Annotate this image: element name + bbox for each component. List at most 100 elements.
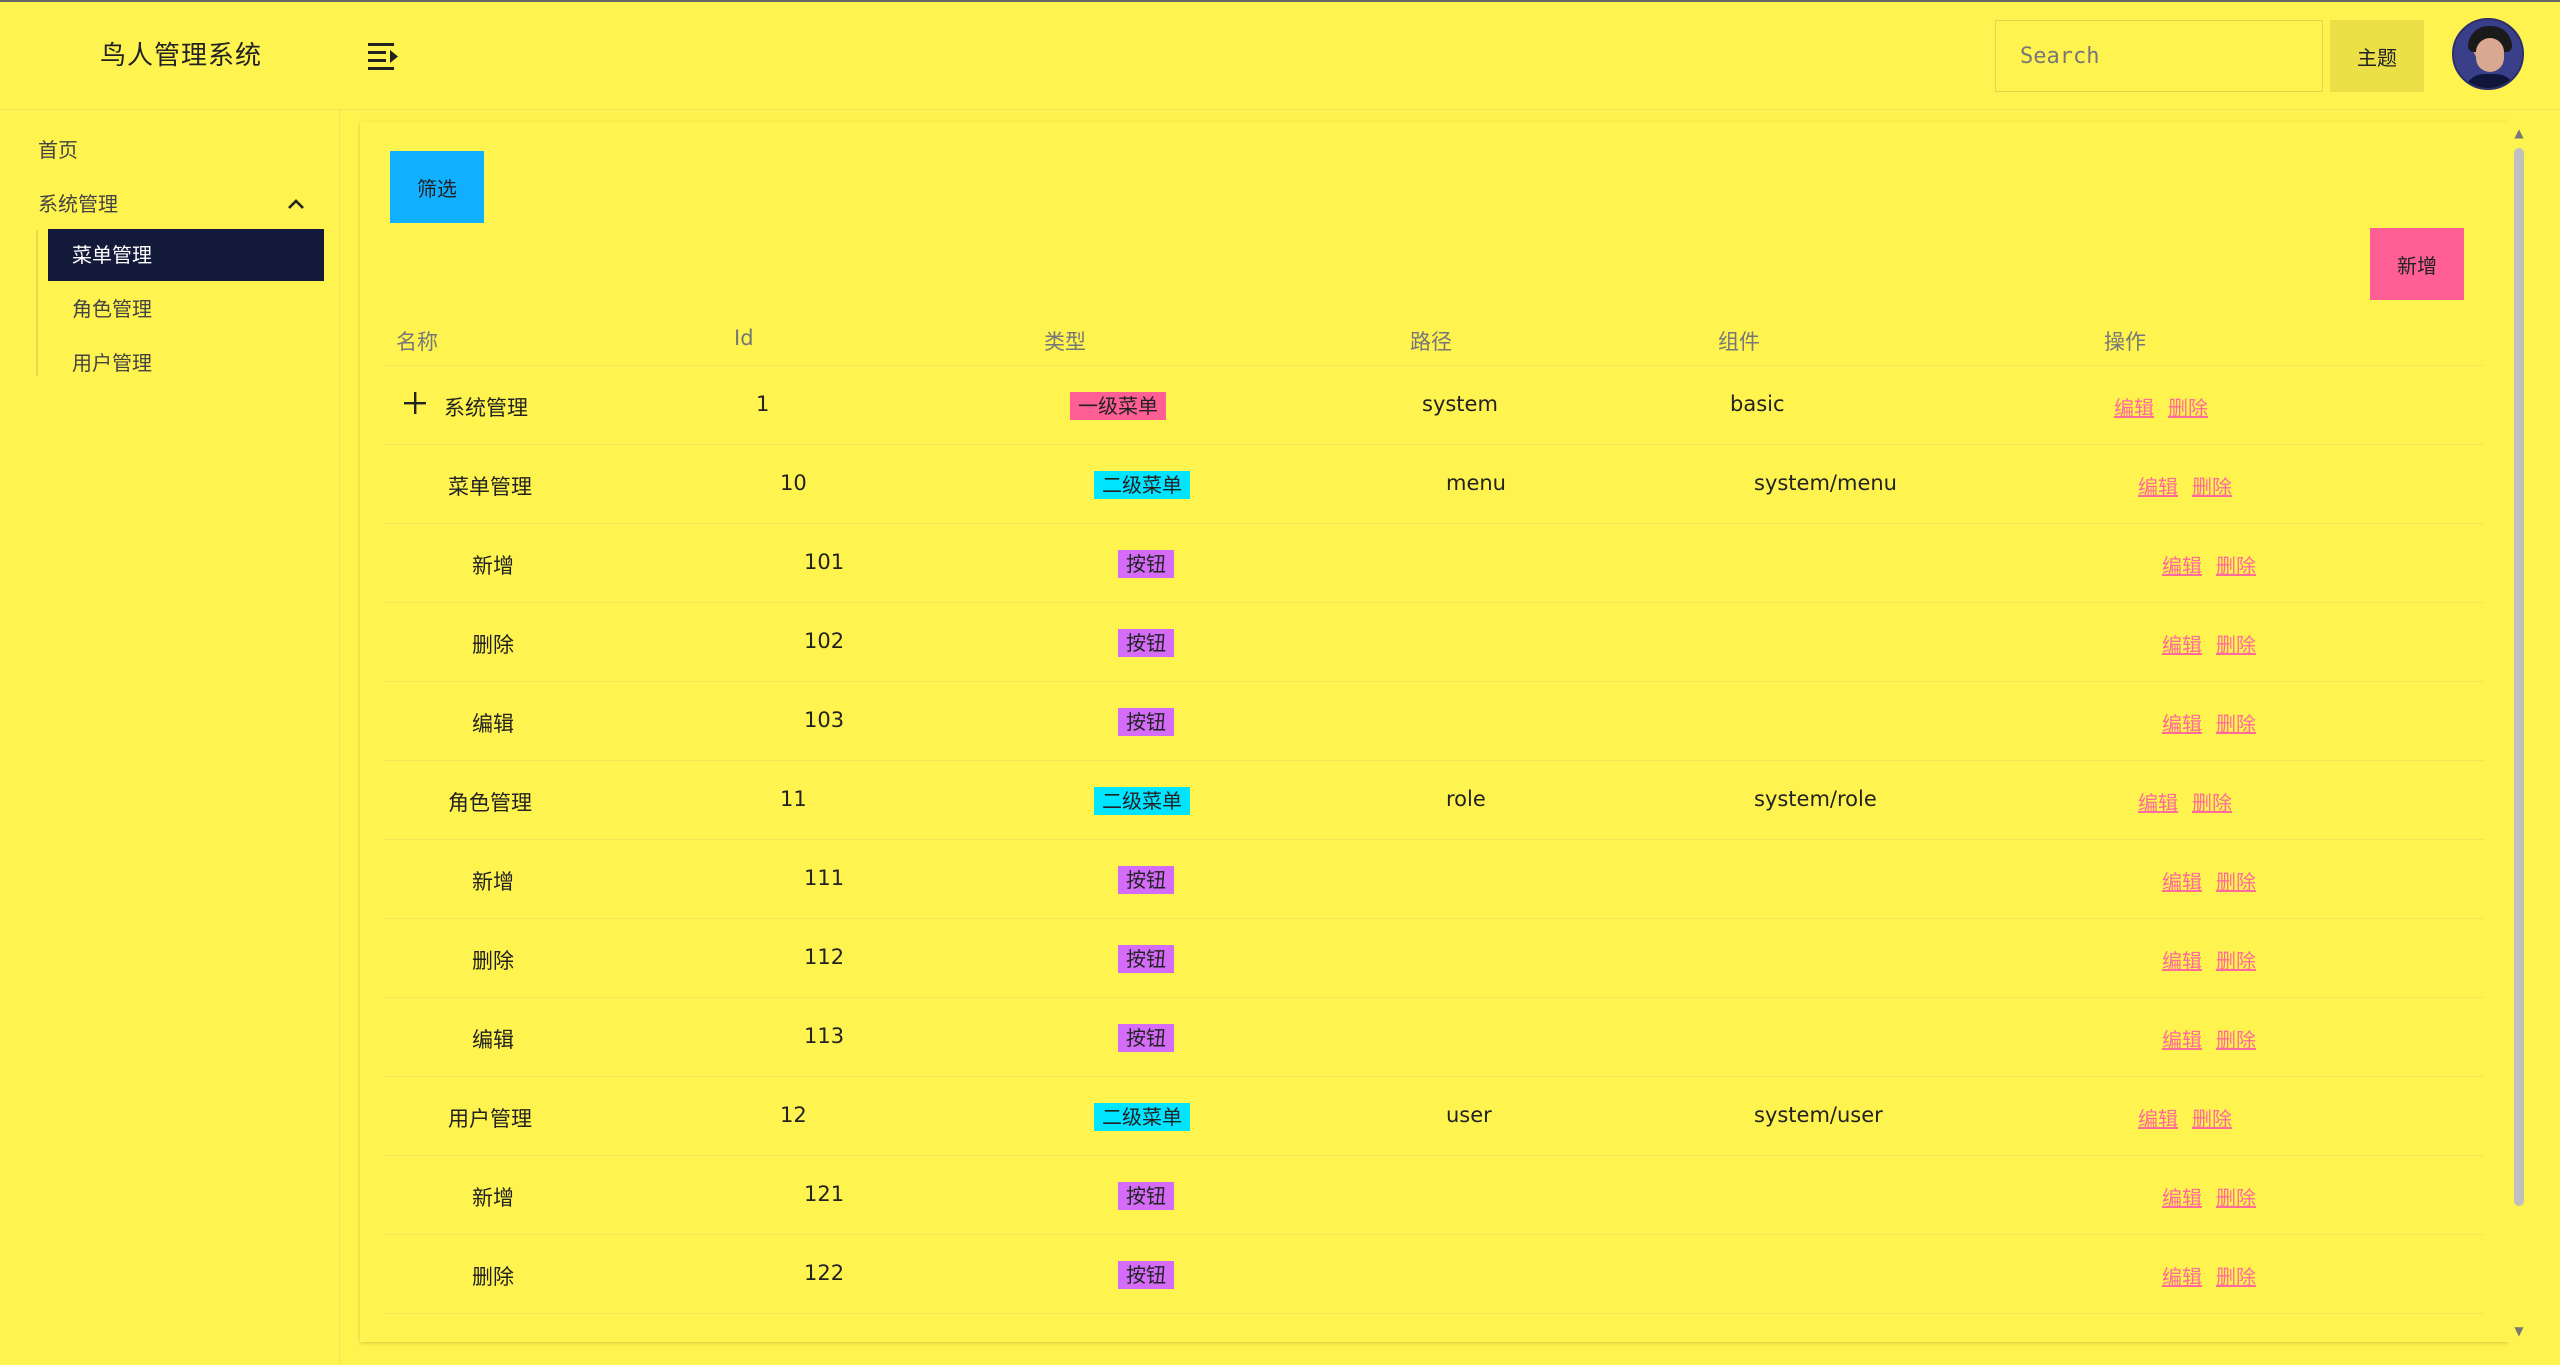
edit-link[interactable]: 编辑 xyxy=(2138,1103,2178,1132)
row-type-badge: 按钮 xyxy=(1118,629,1174,657)
sidebar-item-home[interactable]: 首页 xyxy=(38,134,78,163)
edit-link[interactable]: 编辑 xyxy=(2162,550,2202,579)
table-row: 删除 102 按钮 编辑 删除 xyxy=(384,603,2484,682)
delete-link[interactable]: 删除 xyxy=(2216,866,2256,895)
edit-link[interactable]: 编辑 xyxy=(2162,1182,2202,1211)
row-name: 新增 xyxy=(472,554,514,578)
scroll-up-icon[interactable]: ▲ xyxy=(2512,126,2526,140)
edit-link[interactable]: 编辑 xyxy=(2138,471,2178,500)
row-component: system/role xyxy=(1754,787,1877,811)
edit-link[interactable]: 编辑 xyxy=(2114,392,2154,421)
row-name: 删除 xyxy=(472,949,514,973)
row-id: 113 xyxy=(804,1024,845,1048)
row-name: 删除 xyxy=(472,633,514,657)
table-header: 名称 Id 类型 路径 组件 操作 xyxy=(384,312,2484,366)
expand-plus-icon[interactable] xyxy=(402,390,428,416)
sidebar-item-system[interactable]: 系统管理 xyxy=(38,188,118,217)
table-row: 删除 122 按钮 编辑 删除 xyxy=(384,1235,2484,1314)
row-name: 删除 xyxy=(472,1265,514,1289)
sidebar-item-user-management[interactable]: 用户管理 xyxy=(48,337,324,389)
avatar-face xyxy=(2476,38,2504,72)
vertical-scrollbar[interactable]: ▲ ▼ xyxy=(2508,122,2530,1342)
row-type-badge: 二级菜单 xyxy=(1094,787,1190,815)
app-title: 鸟人管理系统 xyxy=(100,41,263,71)
row-name: 系统管理 xyxy=(444,396,528,420)
row-component: system/user xyxy=(1754,1103,1883,1127)
delete-link[interactable]: 删除 xyxy=(2192,471,2232,500)
row-id: 12 xyxy=(780,1103,807,1127)
row-path: system xyxy=(1422,392,1498,416)
row-type-badge: 按钮 xyxy=(1118,708,1174,736)
menu-table: 名称 Id 类型 路径 组件 操作 系统管理 1 一级菜单 system basic 编辑… xyxy=(384,312,2484,1314)
delete-link[interactable]: 删除 xyxy=(2192,1103,2232,1132)
edit-link[interactable]: 编辑 xyxy=(2162,945,2202,974)
delete-link[interactable]: 删除 xyxy=(2216,945,2256,974)
delete-link[interactable]: 删除 xyxy=(2216,708,2256,737)
scrollbar-thumb[interactable] xyxy=(2514,148,2524,1206)
row-type-badge: 二级菜单 xyxy=(1094,471,1190,499)
row-id: 121 xyxy=(804,1182,845,1206)
avatar-body xyxy=(2464,74,2516,88)
row-component: system/menu xyxy=(1754,471,1897,495)
theme-button[interactable]: 主题 xyxy=(2330,20,2424,92)
row-type-badge: 按钮 xyxy=(1118,1182,1174,1210)
edit-link[interactable]: 编辑 xyxy=(2162,629,2202,658)
column-header-component: 组件 xyxy=(1718,330,1760,354)
row-path: menu xyxy=(1446,471,1506,495)
row-name: 编辑 xyxy=(472,1028,514,1052)
row-id: 11 xyxy=(780,787,807,811)
delete-link[interactable]: 删除 xyxy=(2192,787,2232,816)
delete-link[interactable]: 删除 xyxy=(2216,1182,2256,1211)
search-input[interactable] xyxy=(1995,20,2323,92)
table-row: 编辑 113 按钮 编辑 删除 xyxy=(384,998,2484,1077)
table-row: 新增 121 按钮 编辑 删除 xyxy=(384,1156,2484,1235)
column-header-actions: 操作 xyxy=(2104,330,2146,354)
app-header: 鸟人管理系统 主题 xyxy=(0,2,2560,110)
row-type-badge: 二级菜单 xyxy=(1094,1103,1190,1131)
row-id: 1 xyxy=(756,392,770,416)
scroll-down-icon[interactable]: ▼ xyxy=(2512,1324,2526,1338)
table-row: 删除 112 按钮 编辑 删除 xyxy=(384,919,2484,998)
row-id: 102 xyxy=(804,629,845,653)
row-name: 角色管理 xyxy=(448,791,532,815)
edit-link[interactable]: 编辑 xyxy=(2162,708,2202,737)
filter-button[interactable]: 筛选 xyxy=(390,151,484,223)
sidebar: 首页 系统管理 菜单管理 角色管理 用户管理 xyxy=(0,110,340,1365)
edit-link[interactable]: 编辑 xyxy=(2162,866,2202,895)
row-type-badge: 按钮 xyxy=(1118,866,1174,894)
table-row: 系统管理 1 一级菜单 system basic 编辑 删除 xyxy=(384,366,2484,445)
column-header-path: 路径 xyxy=(1410,330,1452,354)
row-type-badge: 按钮 xyxy=(1118,1024,1174,1052)
edit-link[interactable]: 编辑 xyxy=(2162,1261,2202,1290)
row-name: 菜单管理 xyxy=(448,475,532,499)
row-id: 111 xyxy=(804,866,845,890)
sidebar-item-menu-management[interactable]: 菜单管理 xyxy=(48,229,324,281)
row-path: role xyxy=(1446,787,1486,811)
table-row: 角色管理 11 二级菜单 role system/role 编辑 删除 xyxy=(384,761,2484,840)
column-header-name: 名称 xyxy=(396,330,438,354)
column-header-type: 类型 xyxy=(1044,330,1086,354)
edit-link[interactable]: 编辑 xyxy=(2138,787,2178,816)
delete-link[interactable]: 删除 xyxy=(2216,1024,2256,1053)
edit-link[interactable]: 编辑 xyxy=(2162,1024,2202,1053)
delete-link[interactable]: 删除 xyxy=(2216,1261,2256,1290)
delete-link[interactable]: 删除 xyxy=(2168,392,2208,421)
row-type-badge: 按钮 xyxy=(1118,945,1174,973)
row-path: user xyxy=(1446,1103,1492,1127)
avatar[interactable] xyxy=(2452,18,2524,90)
row-type-badge: 按钮 xyxy=(1118,550,1174,578)
row-name: 新增 xyxy=(472,1186,514,1210)
delete-link[interactable]: 删除 xyxy=(2216,550,2256,579)
sidebar-item-role-management[interactable]: 角色管理 xyxy=(48,283,324,335)
menu-toggle-icon[interactable] xyxy=(366,40,400,70)
table-row: 新增 111 按钮 编辑 删除 xyxy=(384,840,2484,919)
table-body: 系统管理 1 一级菜单 system basic 编辑 删除 菜单管理 10 二级菜单 menu sy… xyxy=(384,366,2484,1314)
row-id: 112 xyxy=(804,945,845,969)
row-id: 103 xyxy=(804,708,845,732)
table-row: 新增 101 按钮 编辑 删除 xyxy=(384,524,2484,603)
row-id: 10 xyxy=(780,471,807,495)
chevron-up-icon[interactable] xyxy=(284,192,308,216)
add-button[interactable]: 新增 xyxy=(2370,228,2464,300)
delete-link[interactable]: 删除 xyxy=(2216,629,2256,658)
row-name: 新增 xyxy=(472,870,514,894)
